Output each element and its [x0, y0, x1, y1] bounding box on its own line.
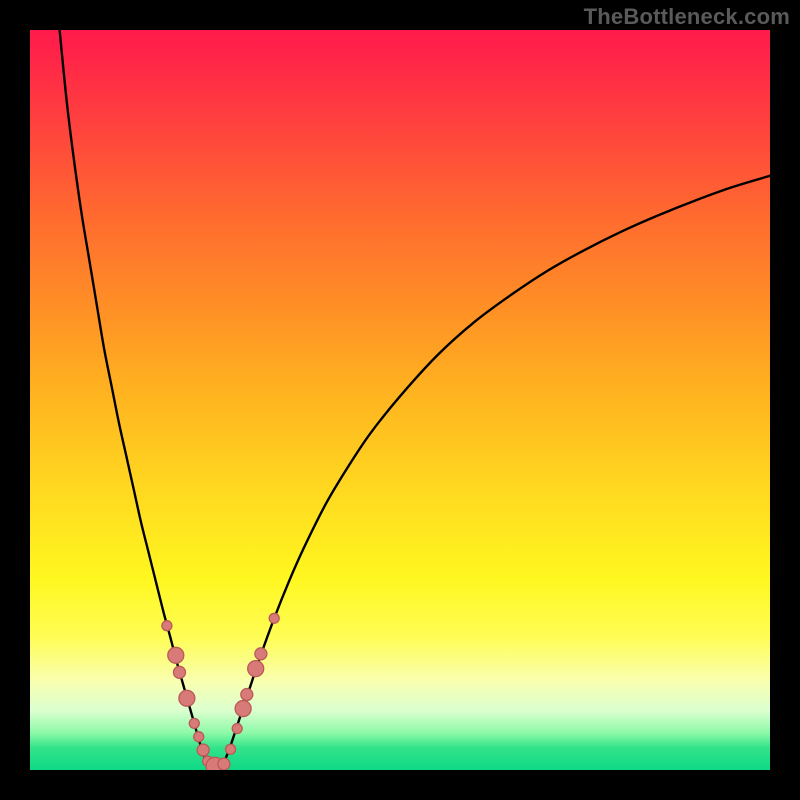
marker-point — [173, 666, 185, 678]
curve-left-branch — [60, 30, 208, 766]
chart-frame: TheBottleneck.com — [0, 0, 800, 800]
markers-group — [162, 613, 279, 770]
marker-point — [197, 744, 209, 756]
marker-point — [255, 648, 267, 660]
marker-point — [235, 701, 251, 717]
marker-point — [162, 621, 172, 631]
marker-point — [189, 718, 199, 728]
marker-point — [179, 690, 195, 706]
curve-right-branch — [222, 176, 770, 767]
marker-point — [232, 724, 242, 734]
marker-point — [168, 647, 184, 663]
marker-point — [269, 613, 279, 623]
watermark-text: TheBottleneck.com — [584, 4, 790, 30]
chart-plot-area — [30, 30, 770, 770]
marker-point — [241, 689, 253, 701]
chart-svg — [30, 30, 770, 770]
marker-point — [194, 732, 204, 742]
marker-point — [226, 744, 236, 754]
marker-point — [248, 661, 264, 677]
marker-point — [218, 758, 230, 770]
